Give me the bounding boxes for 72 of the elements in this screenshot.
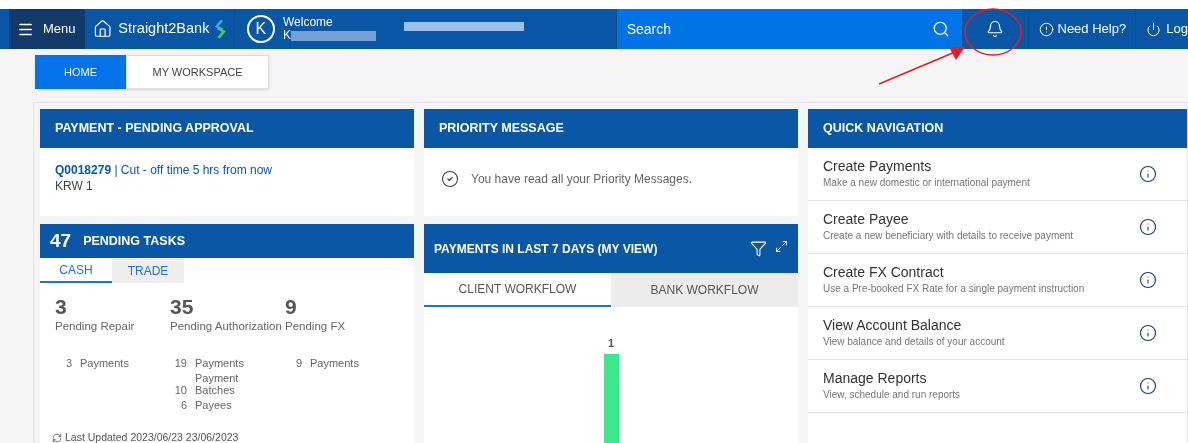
nav-item-title: Manage Reports (823, 370, 928, 387)
panel-title: PAYMENTS IN LAST 7 DAYS (MY VIEW) (434, 240, 658, 258)
page-tab[interactable]: MY WORKSPACE (126, 55, 269, 89)
quick-nav-item[interactable]: Create Payee Create a new beneficiary with details to receive payment (808, 201, 1187, 254)
task-category: Pending FX (285, 319, 347, 334)
item-label[interactable]: Payments (310, 357, 362, 370)
expand-icon (775, 240, 788, 253)
payment-link[interactable]: Q0018279 (55, 163, 112, 177)
brand-logo[interactable]: Straight2Bank (84, 9, 235, 49)
page-tab[interactable]: HOME (35, 55, 126, 89)
power-icon (1146, 21, 1162, 37)
check-circle-icon (441, 170, 459, 188)
search-icon (932, 20, 951, 38)
task-total: 35 (170, 296, 195, 318)
info-icon (1139, 218, 1157, 236)
quick-nav-item[interactable]: Create Payments Make a new domestic or international payment (808, 148, 1187, 201)
nav-item-description: View balance and details of your account (823, 335, 1005, 349)
nav-item-description: Create a new beneficiary with details to receive payment (823, 229, 1074, 243)
nav-item-title: Create Payee (823, 211, 910, 228)
quick-nav-item[interactable]: Create FX Contract Use a Pre-booked FX Rate for a single payment instruction (808, 254, 1187, 307)
item-label[interactable]: Payees (195, 399, 247, 412)
panel-title: QUICK NAVIGATION (808, 109, 1187, 148)
logout-button[interactable]: Log (1136, 9, 1188, 49)
item-count: 3 (64, 357, 72, 370)
panel-title: PAYMENT - PENDING APPROVAL (40, 109, 414, 148)
user-avatar[interactable]: K (246, 15, 275, 43)
item-count: 10 (173, 384, 187, 397)
nav-item-description: Use a Pre-booked FX Rate for a single payment instruction (823, 282, 1085, 296)
nav-item-description: Make a new domestic or international payment (823, 176, 1030, 190)
info-icon (1139, 271, 1157, 289)
payment-summary: Q0018279 | Cut - off time 5 hrs from now (55, 162, 274, 178)
user-name: K (282, 29, 291, 42)
task-count: 47 (50, 228, 72, 253)
logo-mark-icon (215, 18, 226, 40)
menu-button[interactable]: Menu (9, 9, 85, 49)
task-tab[interactable]: TRADE (112, 258, 184, 283)
item-label[interactable]: Payments (80, 357, 132, 370)
item-label[interactable]: Payment Batches (195, 372, 247, 397)
quick-nav-item[interactable]: Manage Reports View, schedule and run reports (808, 360, 1187, 413)
task-category: Pending Repair (55, 319, 136, 334)
help-icon (1038, 21, 1054, 37)
last-updated: Last Updated 2023/06/23 23/06/2023 (65, 430, 239, 443)
item-count: 9 (294, 357, 302, 370)
info-icon (1139, 324, 1157, 342)
nav-item-description: View, schedule and run reports (823, 388, 961, 402)
annotation-circle (963, 7, 1023, 57)
task-total: 9 (285, 296, 298, 318)
task-total: 3 (55, 296, 68, 318)
info-icon (1139, 165, 1157, 183)
nav-item-title: Create Payments (823, 158, 933, 175)
task-category: Pending Authorization (170, 319, 283, 334)
search-input[interactable]: Search (626, 18, 877, 40)
workflow-tab[interactable]: BANK WORKFLOW (611, 273, 798, 307)
home-icon (92, 18, 113, 40)
panel-title: PENDING TASKS (83, 232, 185, 250)
quick-nav-item[interactable]: View Account Balance View balance and details of your account (808, 307, 1187, 360)
item-label[interactable]: Payments (195, 357, 247, 370)
panel-title: PRIORITY MESSAGE (424, 109, 798, 148)
item-count: 19 (173, 357, 187, 370)
payment-amount: KRW 1 (55, 178, 94, 194)
search-field[interactable]: Search (616, 9, 963, 49)
item-count: 6 (179, 399, 187, 412)
info-icon (1139, 377, 1157, 395)
nav-item-title: View Account Balance (823, 317, 963, 334)
help-button[interactable]: Need Help? (1029, 9, 1137, 49)
priority-status: You have read all your Priority Messages. (471, 171, 692, 188)
refresh-icon (52, 433, 62, 443)
nav-item-title: Create FX Contract (823, 264, 945, 281)
welcome-label: Welcome (282, 16, 334, 29)
filter-icon (750, 240, 767, 257)
bell-icon (986, 20, 1005, 38)
bar-value-label: 1 (607, 336, 615, 351)
